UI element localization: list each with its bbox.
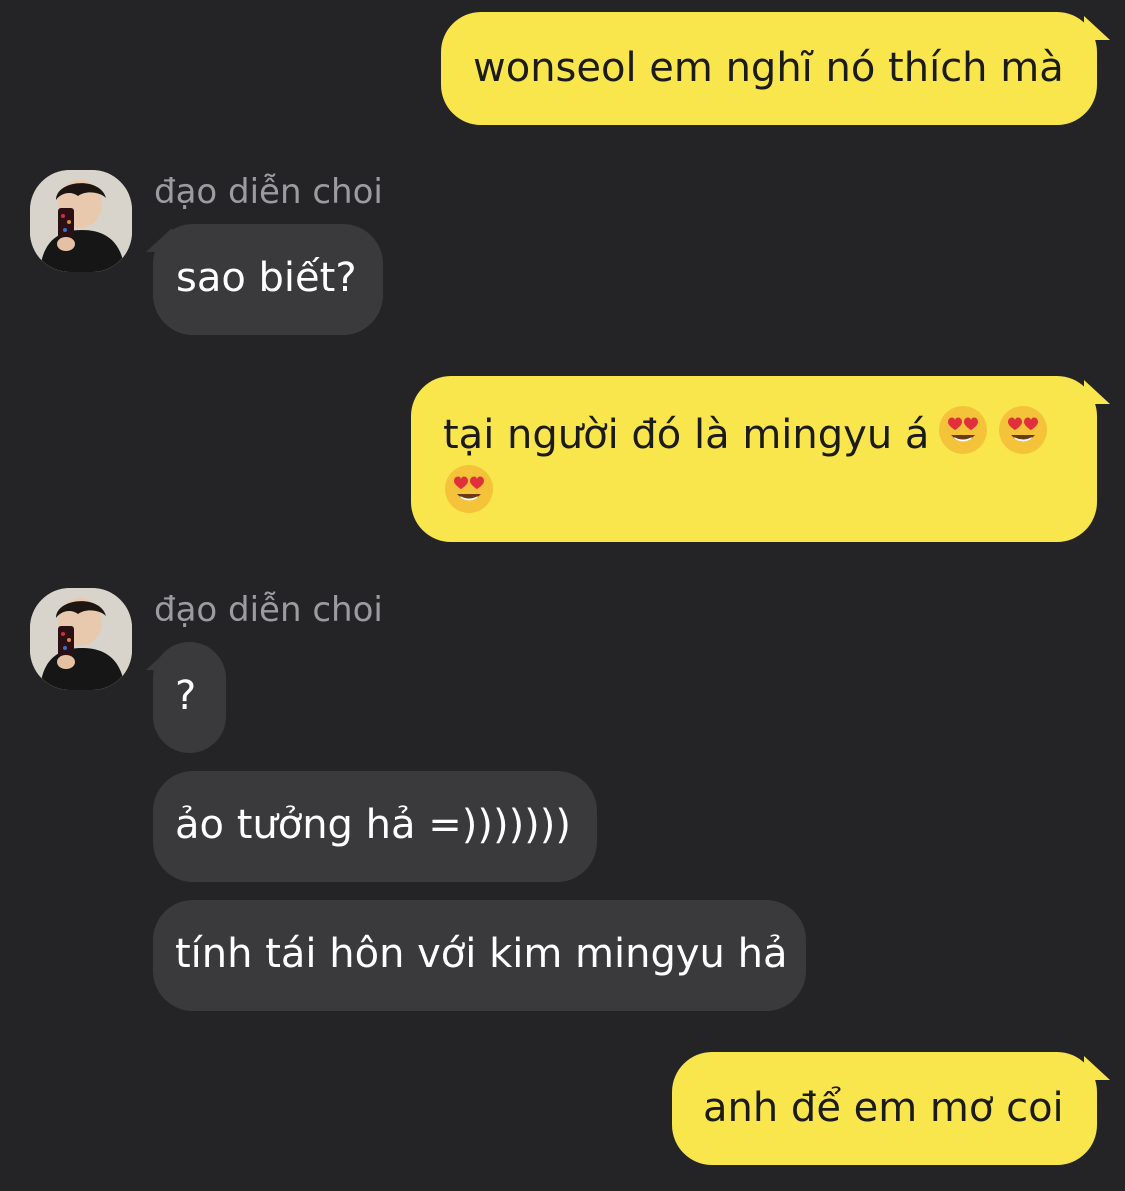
bubble-tail: [1084, 16, 1110, 40]
message-text: sao biết?: [176, 255, 357, 301]
outgoing-message-bubble[interactable]: tại người đó là mingyu á: [411, 376, 1097, 542]
sender-name: đạo diễn choi: [154, 172, 383, 212]
message-text: anh để em mơ coi: [703, 1085, 1064, 1131]
message-text: ?: [175, 673, 197, 719]
outgoing-message-bubble[interactable]: anh để em mơ coi: [672, 1052, 1097, 1165]
outgoing-message-bubble[interactable]: wonseol em nghĩ nó thích mà: [441, 12, 1097, 125]
message-text: tính tái hôn với kim mingyu hả: [175, 931, 788, 977]
contact-avatar[interactable]: [30, 588, 132, 690]
incoming-message-bubble[interactable]: ảo tưởng hả =))))))): [153, 771, 597, 882]
message-text: tại người đó là mingyu á: [443, 412, 930, 458]
contact-avatar[interactable]: [30, 170, 132, 272]
sender-name: đạo diễn choi: [154, 590, 383, 630]
incoming-message-bubble[interactable]: ?: [153, 642, 226, 753]
heart-eyes-emoji: [937, 404, 989, 456]
heart-eyes-emoji: [443, 463, 495, 515]
incoming-message-bubble[interactable]: sao biết?: [153, 224, 383, 335]
bubble-tail: [1084, 1056, 1110, 1080]
bubble-tail: [1084, 380, 1110, 404]
heart-eyes-emoji: [997, 404, 1049, 456]
incoming-message-bubble[interactable]: tính tái hôn với kim mingyu hả: [153, 900, 806, 1011]
message-text: wonseol em nghĩ nó thích mà: [473, 45, 1064, 91]
message-text: ảo tưởng hả =))))))): [175, 802, 571, 848]
